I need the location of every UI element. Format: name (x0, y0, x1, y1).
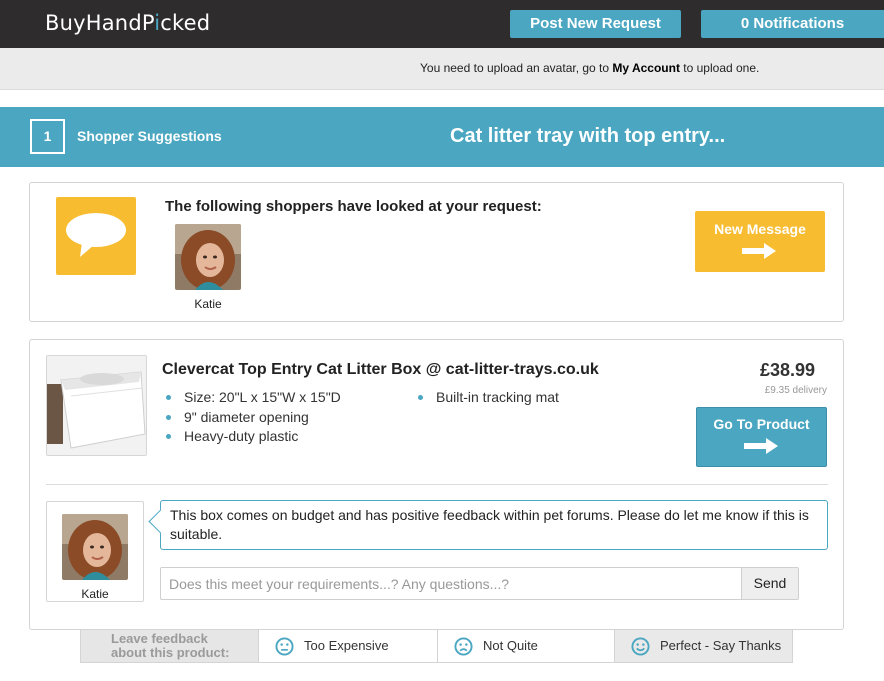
feature-item: Built-in tracking mat (418, 389, 559, 405)
feedback-option-label: Perfect - Say Thanks (660, 638, 782, 653)
comment-author-name: Katie (81, 587, 109, 601)
speech-bubble-icon (56, 197, 136, 275)
product-features-list-2: Built-in tracking mat (418, 389, 559, 405)
product-image[interactable] (46, 355, 147, 456)
step-label: Shopper Suggestions (77, 128, 222, 144)
feedback-perfect-button[interactable]: Perfect - Say Thanks (614, 630, 792, 662)
post-new-request-button[interactable]: Post New Request (510, 10, 681, 38)
notifications-button[interactable]: 0 Notifications (701, 10, 884, 38)
meh-face-icon (275, 637, 294, 656)
feature-item: Heavy-duty plastic (166, 428, 341, 448)
new-message-button[interactable]: New Message (695, 211, 825, 272)
feedback-bar: Leave feedback about this product: Too Ex… (80, 629, 793, 663)
feature-item: Size: 20"L x 15"W x 15"D (166, 389, 341, 409)
product-price: £38.99 (759, 360, 815, 380)
avatar[interactable] (62, 514, 128, 580)
happy-face-icon (631, 637, 650, 656)
step-header: 1 Shopper Suggestions Cat litter tray wi… (0, 107, 884, 167)
go-to-product-button[interactable]: Go To Product (696, 407, 827, 467)
product-title[interactable]: Clevercat Top Entry Cat Litter Box @ cat… (162, 361, 599, 379)
top-bar: BuyHandPicked Post New Request 0 Notific… (0, 0, 884, 48)
avatar-notice-bar: You need to upload an avatar, go to My A… (0, 48, 884, 90)
site-logo[interactable]: BuyHandPicked (45, 11, 210, 35)
sad-face-icon (454, 637, 473, 656)
shoppers-heading: The following shoppers have looked at yo… (165, 198, 542, 215)
feedback-label: Leave feedback about this product: (111, 631, 230, 660)
arrow-right-icon (742, 243, 776, 259)
feedback-option-label: Not Quite (483, 638, 538, 653)
comment-author-card: Katie (46, 501, 144, 602)
avatar-notice-text: You need to upload an avatar, go to My A… (420, 61, 760, 75)
new-message-label: New Message (714, 221, 806, 237)
request-title: Cat litter tray with top entry... (450, 125, 726, 147)
shopper-name: Katie (194, 297, 222, 311)
arrow-right-icon (743, 438, 778, 454)
feedback-option-label: Too Expensive (304, 638, 389, 653)
feedback-too-expensive-button[interactable]: Too Expensive (258, 630, 437, 662)
shopper-avatar-katie[interactable] (175, 224, 241, 290)
feature-item: 9" diameter opening (166, 409, 341, 429)
go-to-product-label: Go To Product (713, 416, 810, 432)
send-button[interactable]: Send (741, 567, 799, 600)
product-features-list: Size: 20"L x 15"W x 15"D 9" diameter ope… (166, 389, 341, 448)
divider (46, 484, 828, 485)
reply-input[interactable] (160, 567, 742, 600)
my-account-link[interactable]: My Account (612, 61, 680, 75)
delivery-cost: £9.35 delivery (764, 385, 827, 396)
step-number: 1 (30, 119, 65, 154)
shoppers-card: The following shoppers have looked at yo… (29, 182, 844, 322)
product-card: Clevercat Top Entry Cat Litter Box @ cat… (29, 339, 844, 630)
feedback-not-quite-button[interactable]: Not Quite (437, 630, 614, 662)
comment-bubble: This box comes on budget and has positiv… (160, 500, 828, 550)
